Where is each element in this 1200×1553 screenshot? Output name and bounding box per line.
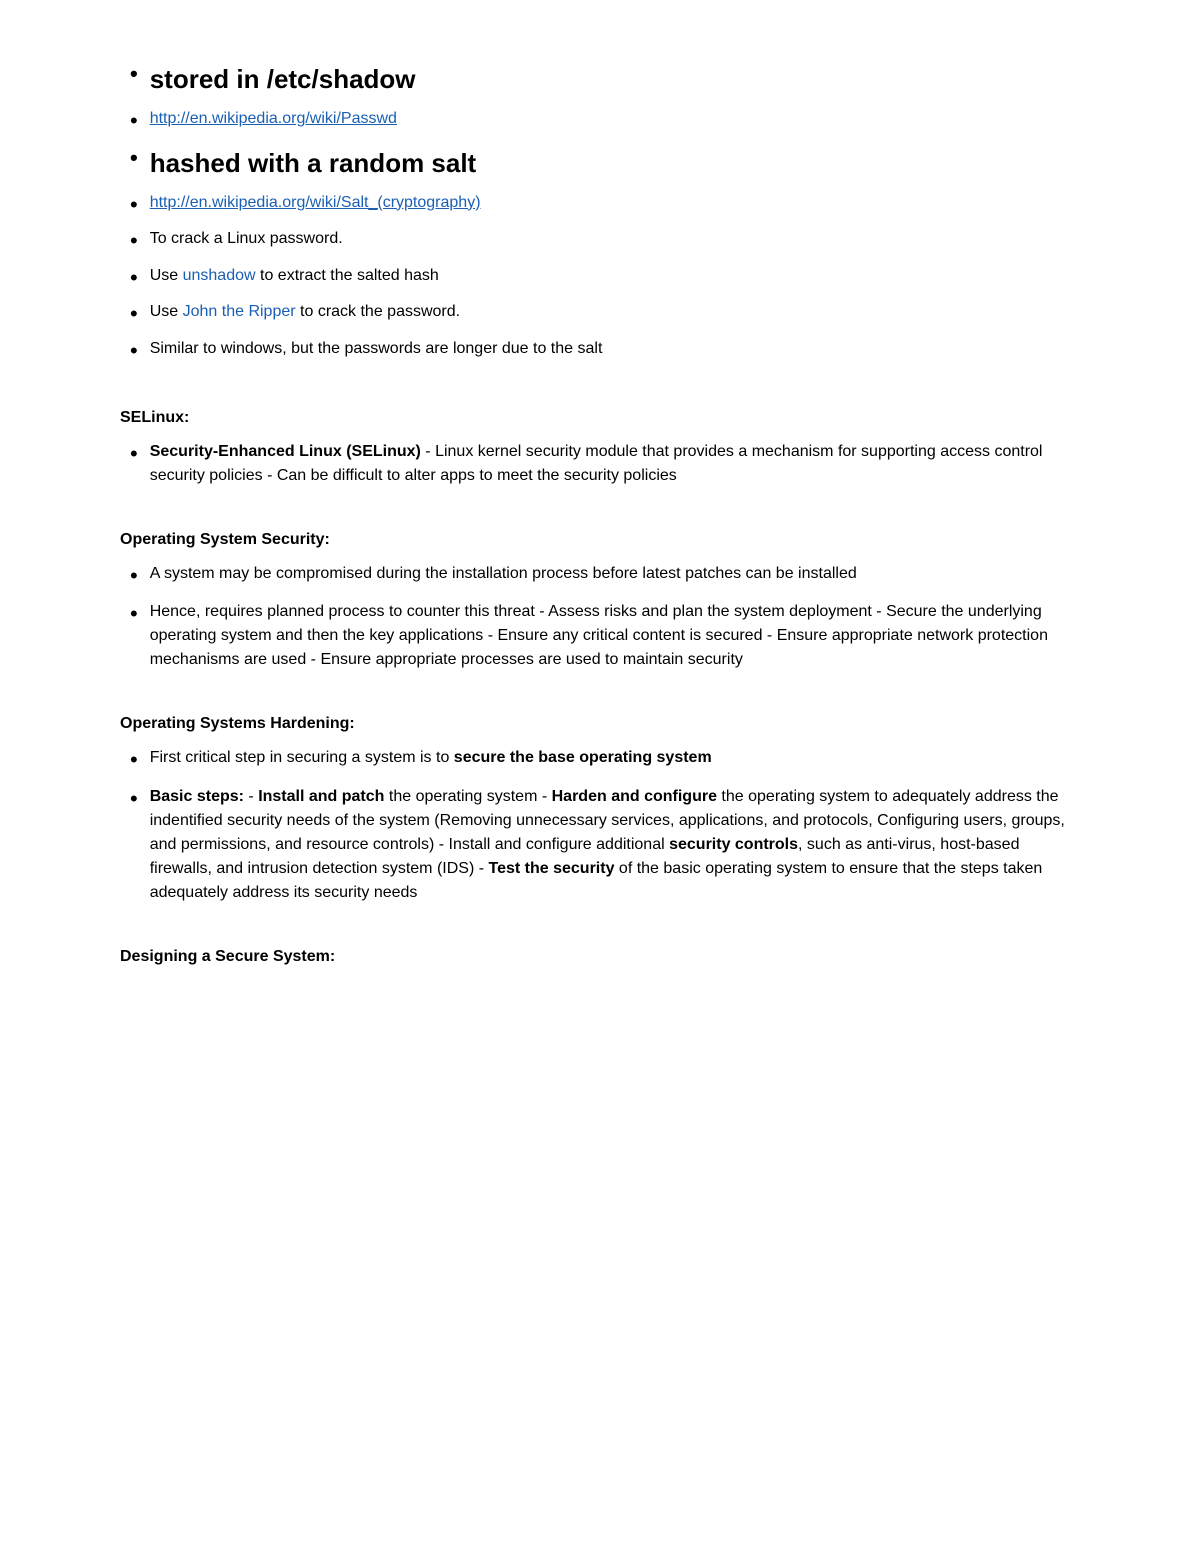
bullet-text: First critical step in securing a system… (150, 746, 1080, 770)
bullet-dot: • (130, 107, 138, 136)
os-hardening-title: Operating Systems Hardening: (120, 712, 1080, 736)
bullet-dot: • (130, 785, 138, 814)
list-item: • stored in /etc/shadow (120, 60, 1080, 99)
bullet-text: Use unshadow to extract the salted hash (150, 264, 1080, 288)
bullet-text: Hence, requires planned process to count… (150, 600, 1080, 672)
selinux-bold: Security-Enhanced Linux (SELinux) (150, 443, 421, 460)
harden-configure-bold: Harden and configure (552, 788, 717, 805)
os-security-bullet-list: • A system may be compromised during the… (120, 562, 1080, 673)
bullet-text: Security-Enhanced Linux (SELinux) - Linu… (150, 440, 1080, 488)
bullet-dot: • (130, 337, 138, 366)
list-item: • Basic steps: - Install and patch the o… (120, 785, 1080, 905)
salt-link[interactable]: http://en.wikipedia.org/wiki/Salt_(crypt… (150, 194, 481, 211)
text-before: Use (150, 303, 183, 320)
basic-steps-bold: Basic steps: (150, 788, 244, 805)
secure-base-bold: secure the base operating system (454, 749, 712, 766)
os-security-section: Operating System Security: • A system ma… (120, 528, 1080, 673)
text-after: to crack the password. (296, 303, 461, 320)
bullet-dot: • (130, 227, 138, 256)
list-item: • Use John the Ripper to crack the passw… (120, 300, 1080, 329)
top-bullet-list: • stored in /etc/shadow • http://en.wiki… (120, 60, 1080, 366)
bullet-text: Basic steps: - Install and patch the ope… (150, 785, 1080, 905)
bullet-dot: • (130, 144, 138, 173)
bullet-text: stored in /etc/shadow (150, 60, 1080, 99)
bullet-text: A system may be compromised during the i… (150, 562, 1080, 586)
list-item: • A system may be compromised during the… (120, 562, 1080, 591)
bullet-dot: • (130, 191, 138, 220)
selinux-title: SELinux: (120, 406, 1080, 430)
designing-title: Designing a Secure System: (120, 945, 1080, 969)
test-security-bold: Test the security (489, 860, 615, 877)
unshadow-link[interactable]: unshadow (183, 267, 256, 284)
designing-section: Designing a Secure System: (120, 945, 1080, 969)
list-item: • Use unshadow to extract the salted has… (120, 264, 1080, 293)
os-hardening-bullet-list: • First critical step in securing a syst… (120, 746, 1080, 905)
bullet-text: http://en.wikipedia.org/wiki/Passwd (150, 107, 1080, 131)
bullet-text: http://en.wikipedia.org/wiki/Salt_(crypt… (150, 191, 1080, 215)
list-item: • Security-Enhanced Linux (SELinux) - Li… (120, 440, 1080, 488)
list-item: • Similar to windows, but the passwords … (120, 337, 1080, 366)
text-after: to extract the salted hash (256, 267, 439, 284)
os-security-title: Operating System Security: (120, 528, 1080, 552)
list-item: • To crack a Linux password. (120, 227, 1080, 256)
bullet-dot: • (130, 562, 138, 591)
bullet-text: Use John the Ripper to crack the passwor… (150, 300, 1080, 324)
bullet-text: hashed with a random salt (150, 144, 1080, 183)
bullet-dot: • (130, 60, 138, 89)
bullet-dot: • (130, 746, 138, 775)
list-item: • Hence, requires planned process to cou… (120, 600, 1080, 672)
security-controls-bold: security controls (669, 836, 798, 853)
bullet-dot: • (130, 600, 138, 629)
bullet-text: Similar to windows, but the passwords ar… (150, 337, 1080, 361)
john-link[interactable]: John the Ripper (183, 303, 296, 320)
text-before: Use (150, 267, 183, 284)
bullet-dot: • (130, 440, 138, 469)
selinux-section: SELinux: • Security-Enhanced Linux (SELi… (120, 406, 1080, 488)
list-item: • http://en.wikipedia.org/wiki/Salt_(cry… (120, 191, 1080, 220)
list-item: • First critical step in securing a syst… (120, 746, 1080, 775)
install-patch-bold: Install and patch (258, 788, 384, 805)
list-item: • http://en.wikipedia.org/wiki/Passwd (120, 107, 1080, 136)
bullet-text: To crack a Linux password. (150, 227, 1080, 251)
list-item: • hashed with a random salt (120, 144, 1080, 183)
passwd-link[interactable]: http://en.wikipedia.org/wiki/Passwd (150, 110, 397, 127)
os-hardening-section: Operating Systems Hardening: • First cri… (120, 712, 1080, 905)
selinux-bullet-list: • Security-Enhanced Linux (SELinux) - Li… (120, 440, 1080, 488)
bullet-dot: • (130, 264, 138, 293)
bullet-dot: • (130, 300, 138, 329)
